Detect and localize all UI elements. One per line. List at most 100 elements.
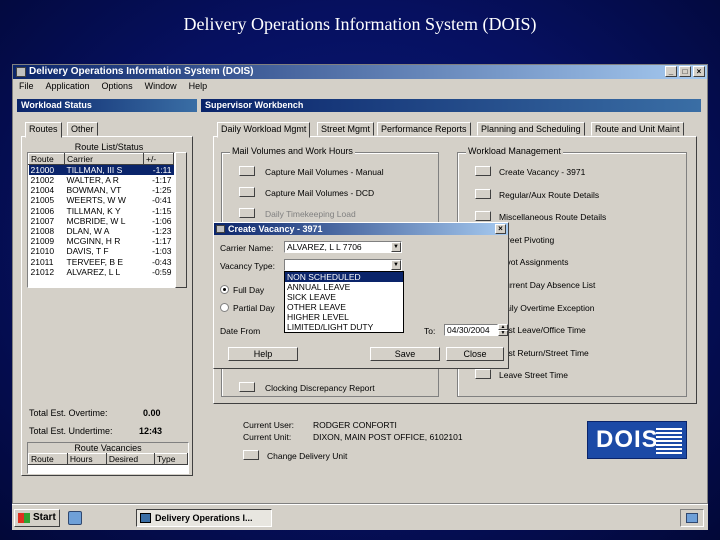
table-row[interactable]: 21007 MCBRIDE, W L -1:06 [29,216,174,226]
table-row[interactable]: 21000 TILLMAN, III S -1:11 [28,164,174,175]
vacancy-option[interactable]: LIMITED/LIGHT DUTY [285,322,403,332]
table-row[interactable]: 21012 ALVAREZ, L L -0:59 [29,267,174,277]
cell-carrier: DAVIS, T F [66,246,109,257]
start-label: Start [33,512,56,523]
tray-network-icon[interactable] [686,513,698,523]
carrier-name-label: Carrier Name: [220,243,274,253]
workload-item-button[interactable] [475,369,491,380]
cell-route: 21007 [30,215,55,226]
vacancy-option[interactable]: NON SCHEDULED [285,272,403,282]
full-day-radio[interactable] [220,285,229,294]
chevron-down-icon[interactable]: ▼ [391,242,401,252]
vac-col-route[interactable]: Route [28,453,68,465]
workload-item-label[interactable]: Pivot Assignments [499,257,568,267]
tab-daily-workload[interactable]: Daily Workload Mgmt [217,122,311,138]
vac-col-desired[interactable]: Desired [105,453,156,465]
workload-item-label[interactable]: Miscellaneous Route Details [499,212,606,222]
vacancy-option[interactable]: SICK LEAVE [285,292,403,302]
table-row[interactable]: 21004 BOWMAN, VT -1:25 [29,185,174,195]
cell-carrier: BOWMAN, VT [66,185,122,196]
cell-diff: -1:03 [152,246,172,257]
quick-launch-icon[interactable] [68,511,82,525]
close-button[interactable]: × [693,66,705,77]
vacancy-type-dropdown[interactable]: NON SCHEDULED ANNUAL LEAVE SICK LEAVE OTHER… [284,271,404,333]
menu-window[interactable]: Window [145,79,177,93]
app-window-icon [140,513,151,523]
capture-manual-label[interactable]: Capture Mail Volumes - Manual [265,167,384,177]
full-day-label[interactable]: Full Day [233,285,264,295]
partial-day-radio[interactable] [220,303,229,312]
cell-route: 21012 [30,266,55,277]
minimize-button[interactable]: _ [665,66,677,77]
col-carrier[interactable]: Carrier [64,153,144,165]
workload-item-button[interactable] [475,211,491,222]
vac-col-hours[interactable]: Hours [66,453,107,465]
table-row[interactable]: 21008 DLAN, W A -1:23 [29,226,174,236]
clocking-report-label[interactable]: Clocking Discrepancy Report [265,383,375,393]
vacancy-option[interactable]: ANNUAL LEAVE [285,282,403,292]
spin-down-icon[interactable]: ▼ [498,330,508,336]
table-row[interactable]: 21009 MCGINN, H R -1:17 [29,236,174,246]
tab-planning-scheduling[interactable]: Planning and Scheduling [477,122,585,136]
capture-dcd-button[interactable] [239,187,255,197]
maximize-button[interactable]: □ [679,66,691,77]
chevron-down-icon[interactable]: ▼ [391,260,401,270]
workload-item-button[interactable] [475,166,491,176]
col-diff[interactable]: +/- [143,153,174,165]
workload-item-label[interactable]: Create Vacancy - 3971 [499,167,585,177]
window-titlebar[interactable]: Delivery Operations Information System (… [13,65,707,79]
menu-bar: File Application Options Window Help [13,79,707,93]
cell-diff: -0:41 [152,195,172,206]
table-row[interactable]: 21010 DAVIS, T F -1:03 [29,246,174,256]
to-date-field[interactable]: 04/30/2004 [444,324,498,336]
partial-day-label[interactable]: Partial Day [233,303,275,313]
cell-diff: -1:17 [152,175,172,186]
tab-performance-reports[interactable]: Performance Reports [377,122,471,136]
vac-col-type[interactable]: Type [154,453,188,465]
workload-item-label[interactable]: Leave Street Time [499,370,568,380]
workload-item-label[interactable]: Daily Overtime Exception [499,303,594,313]
workload-item-label[interactable]: Last Return/Street Time [499,348,589,358]
close-dialog-button[interactable]: Close [446,347,504,361]
save-button[interactable]: Save [370,347,440,361]
workload-item-button[interactable] [475,188,491,199]
table-row[interactable]: 21002 WALTER, A R -1:17 [29,175,174,185]
vacancy-option[interactable]: HIGHER LEVEL [285,312,403,322]
workload-item-label[interactable]: Last Leave/Office Time [499,325,586,335]
carrier-name-select[interactable]: ALVAREZ, L L 7706 ▼ [284,241,402,253]
clocking-report-button[interactable] [239,382,255,392]
route-vacancies-list[interactable]: Route Vacancies Route Hours Desired Type [27,442,189,474]
help-button[interactable]: Help [228,347,298,361]
tab-street-mgmt[interactable]: Street Mgmt [317,122,375,136]
vacancy-option[interactable]: OTHER LEAVE [285,302,403,312]
menu-file[interactable]: File [19,79,34,93]
workload-item-label[interactable]: Regular/Aux Route Details [499,190,599,200]
timekeeping-load-button[interactable] [239,208,255,218]
vacancy-type-select[interactable]: ▼ [284,259,402,271]
change-unit-label[interactable]: Change Delivery Unit [267,451,347,461]
table-row[interactable]: 21011 TERVEEF, B E -0:43 [29,257,174,267]
dialog-icon [216,225,225,233]
tab-route-unit-maint[interactable]: Route and Unit Maint [591,122,684,136]
cell-carrier: TILLMAN, K Y [66,205,121,216]
start-button[interactable]: Start [14,509,60,527]
route-list[interactable]: Route Carrier +/- 21000 TILLMAN, III S -1:… [27,152,175,288]
menu-application[interactable]: Application [46,79,90,93]
dialog-titlebar[interactable]: Create Vacancy - 3971 × [214,223,508,235]
dialog-close-button[interactable]: × [495,224,506,234]
workload-item-label[interactable]: Current Day Absence List [499,280,595,290]
route-list-scrollbar[interactable] [175,152,187,288]
change-unit-button[interactable] [243,450,259,460]
table-row[interactable]: 21006 TILLMAN, K Y -1:15 [29,206,174,216]
to-date-spinner[interactable]: ▲ ▼ [498,324,508,336]
tab-routes[interactable]: Routes [25,122,62,138]
taskbar-item-dois[interactable]: Delivery Operations I... [136,509,272,527]
tab-other[interactable]: Other [67,122,98,136]
timekeeping-load-label[interactable]: Daily Timekeeping Load [265,209,356,219]
menu-help[interactable]: Help [189,79,208,93]
menu-options[interactable]: Options [102,79,133,93]
capture-dcd-label[interactable]: Capture Mail Volumes - DCD [265,188,374,198]
table-row[interactable]: 21005 WEERTS, W W -0:41 [29,195,174,205]
col-route[interactable]: Route [28,153,65,165]
capture-manual-button[interactable] [239,166,255,176]
